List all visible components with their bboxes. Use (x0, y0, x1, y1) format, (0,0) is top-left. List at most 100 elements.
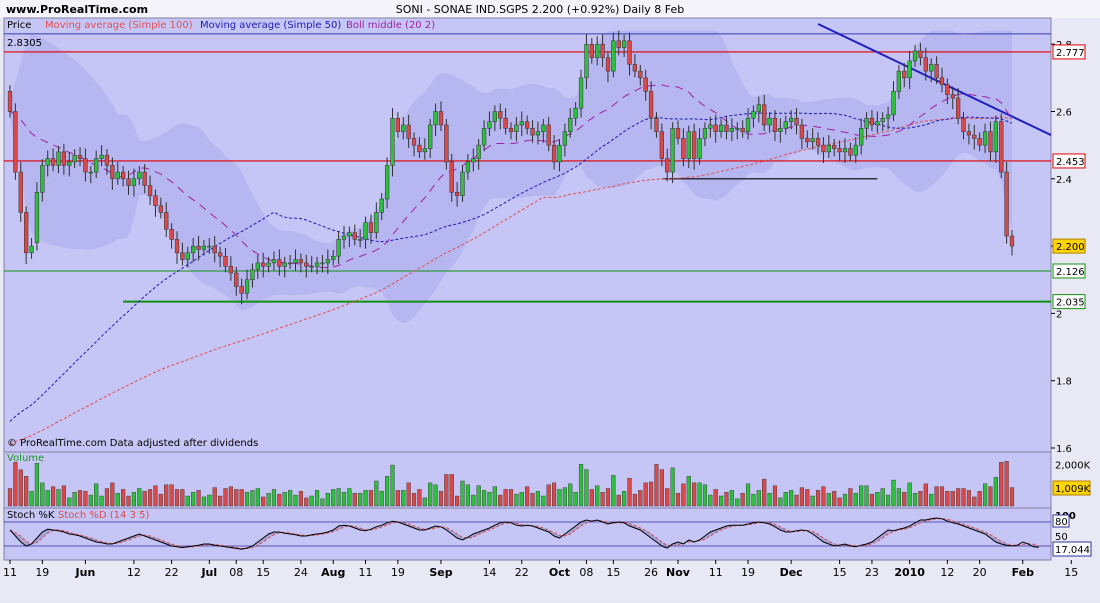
candle-body (45, 158, 50, 166)
x-tick-label: 23 (865, 566, 879, 579)
volume-bar (934, 486, 939, 507)
volume-bar (740, 492, 745, 507)
candle-body (686, 131, 691, 159)
candle-body (401, 124, 406, 132)
volume-bar (126, 495, 131, 507)
volume-bar (395, 490, 400, 507)
candle-body (147, 185, 153, 196)
volume-bar (552, 482, 557, 507)
price-tick-label: 2.4 (1056, 175, 1072, 186)
candle-body (643, 77, 648, 92)
volume-bar (778, 497, 783, 507)
candle-body (261, 262, 266, 267)
candle-body (492, 111, 497, 122)
volume-bar (659, 469, 664, 507)
candle-body (573, 107, 578, 119)
price-tick-label: 1.8 (1056, 377, 1072, 388)
candle-body (454, 192, 460, 196)
volume-bar (972, 496, 977, 507)
candle-body (266, 262, 271, 267)
candle-body (174, 239, 180, 254)
volume-bar (896, 488, 901, 507)
candle-body (648, 91, 654, 119)
candle-body (875, 121, 880, 126)
candle-body (848, 148, 853, 156)
volume-bar (164, 484, 169, 507)
volume-bar (228, 486, 233, 507)
candle-body (821, 144, 826, 153)
candle-body (239, 286, 244, 294)
x-tick-label: 15 (833, 566, 847, 579)
candle-body (740, 128, 745, 132)
candle-body (325, 259, 330, 264)
volume-bar (18, 469, 23, 507)
chart-root: www.ProRealTime.com SONI - SONAE IND.SGPS… (0, 0, 1100, 600)
candle-body (7, 91, 13, 112)
volume-bar (131, 492, 136, 507)
max-label: 2.8305 (7, 38, 42, 49)
candle-body (735, 128, 740, 130)
candle-body (993, 121, 998, 153)
candle-body (891, 91, 896, 116)
volume-bar (503, 489, 508, 507)
volume-bar (282, 492, 287, 507)
candle-body (104, 154, 110, 166)
volume-bar (767, 492, 772, 507)
candle-body (912, 50, 918, 62)
volume-bar (223, 488, 228, 507)
candle-body (481, 128, 487, 146)
volume-bar (595, 485, 600, 507)
candle-body (530, 128, 535, 136)
volume-bar (638, 490, 643, 507)
volume-bar (632, 493, 637, 507)
x-tick-label: 22 (165, 566, 179, 579)
candle-body (212, 245, 217, 254)
candle-body (713, 124, 718, 132)
candle-body (702, 128, 708, 139)
candle-body (50, 158, 56, 166)
volume-bar (207, 494, 212, 507)
volume-bar (104, 488, 110, 507)
x-tick-label: 19 (35, 566, 49, 579)
candle-body (675, 128, 681, 139)
candle-body (120, 171, 126, 180)
volume-bar (762, 478, 767, 507)
candle-body (514, 124, 519, 132)
candle-body (164, 212, 169, 230)
candle-body (961, 117, 966, 132)
volume-bar (519, 492, 524, 507)
volume-bar (692, 482, 697, 507)
volume-bar (261, 496, 266, 507)
volume-bar (83, 491, 88, 507)
candle-body (519, 121, 524, 126)
volume-bar (352, 492, 357, 507)
volume-bar (988, 486, 993, 507)
volume-bar (821, 486, 826, 507)
volume-bar (142, 491, 147, 507)
candle-body (670, 128, 675, 173)
candle-body (217, 252, 223, 257)
volume-bar (153, 485, 158, 507)
volume-bar (169, 484, 174, 507)
volume-bar (304, 497, 309, 507)
volume-bar (455, 495, 460, 507)
volume-bar (481, 490, 487, 507)
volume-bar (244, 492, 250, 507)
candle-body (681, 138, 686, 159)
volume-bar (670, 467, 675, 507)
candle-body (358, 239, 363, 241)
volume-bar (891, 479, 896, 507)
candle-body (471, 158, 476, 163)
candle-body (729, 128, 735, 132)
candle-body (201, 245, 207, 250)
candle-body (600, 43, 605, 58)
volume-bar (185, 495, 190, 507)
candle-body (88, 171, 93, 174)
candle-body (869, 117, 875, 126)
volume-bar (77, 490, 83, 507)
volume-bar (912, 492, 918, 507)
volume-bar (385, 476, 390, 507)
candle-body (605, 57, 611, 72)
candle-body (589, 43, 594, 58)
volume-bar (406, 482, 411, 507)
